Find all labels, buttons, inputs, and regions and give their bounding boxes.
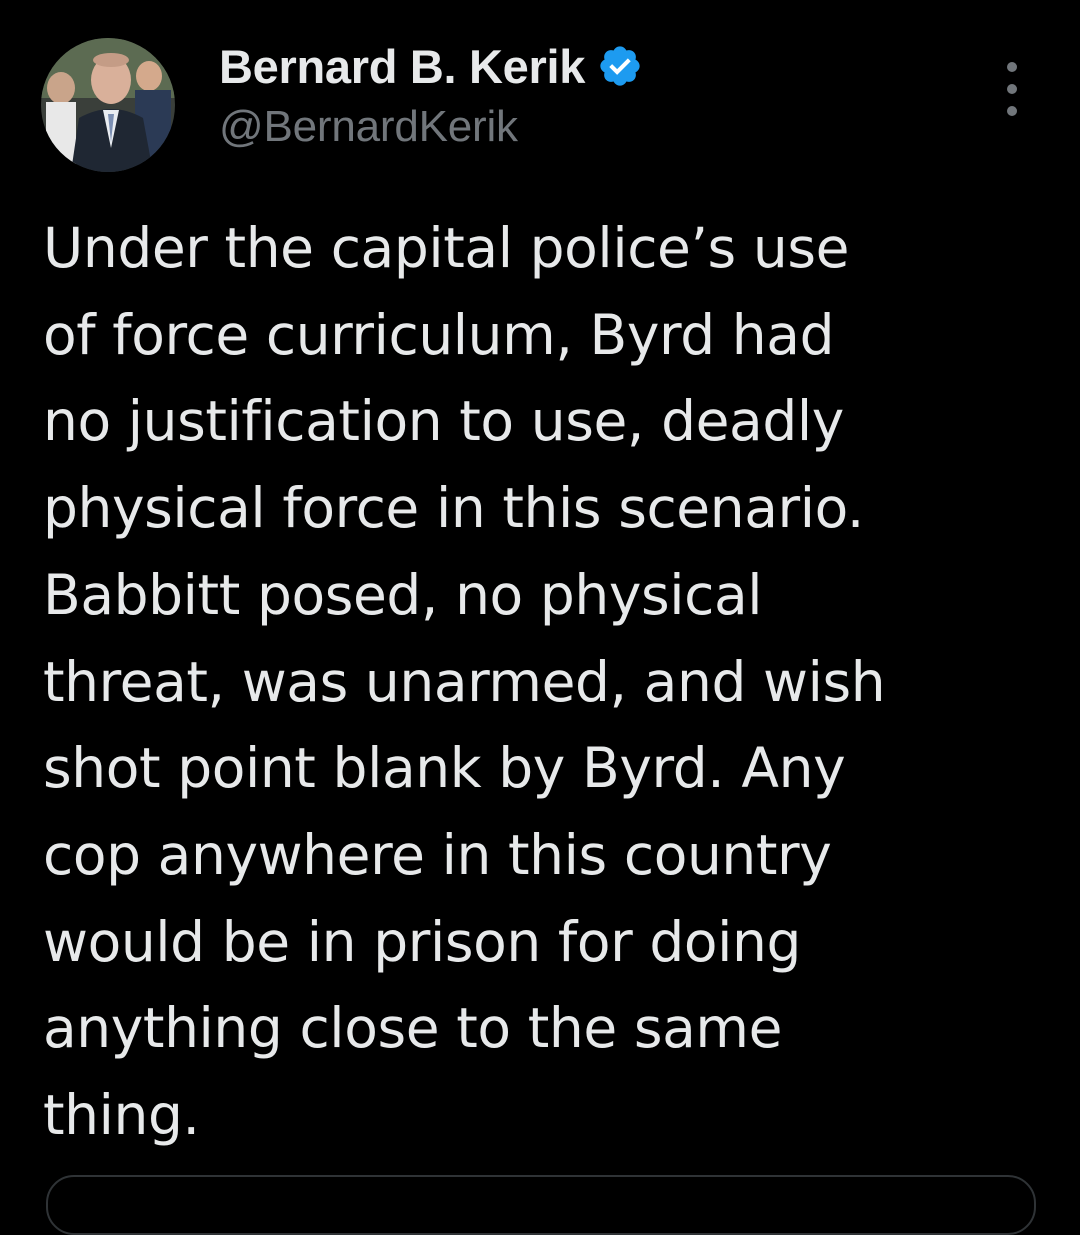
more-options-button[interactable] [990,62,1034,116]
name-row: Bernard B. Kerik [219,36,643,96]
tweet-text: Under the capital police’s use of force … [43,216,886,1148]
avatar[interactable] [41,38,175,172]
user-handle[interactable]: @BernardKerik [219,102,643,152]
tweet-author: Bernard B. Kerik @BernardKerik [219,36,643,152]
display-name[interactable]: Bernard B. Kerik [219,39,585,94]
more-vertical-icon-dot [1007,84,1017,94]
verified-badge-icon [597,43,643,89]
more-vertical-icon [1007,62,1017,72]
more-vertical-icon-dot [1007,106,1017,116]
avatar-photo [41,38,175,172]
media-card-edge[interactable] [46,1175,1036,1235]
tweet-header: Bernard B. Kerik @BernardKerik [0,0,1080,190]
